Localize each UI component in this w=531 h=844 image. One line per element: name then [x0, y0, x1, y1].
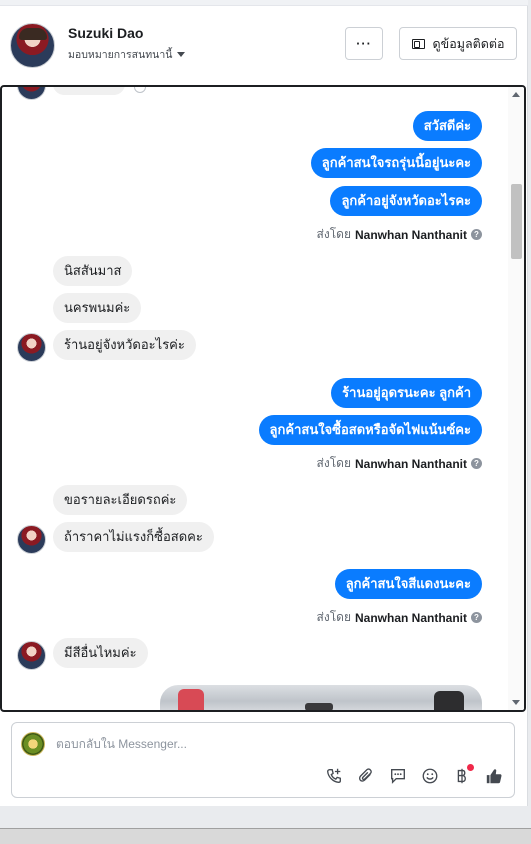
customer-avatar-small — [17, 87, 46, 100]
car-rearview-mirror — [305, 703, 333, 710]
caret-down-icon — [177, 52, 186, 57]
outgoing-message: ลูกค้าสนใจซื้อสดหรือจัดไฟแน้นซ์คะ — [258, 415, 482, 445]
assign-conversation-dropdown[interactable]: มอบหมายการสนทนานี้ — [68, 46, 186, 63]
outgoing-message: สวัสดีค่ะ — [412, 111, 482, 141]
emoji-icon[interactable] — [420, 766, 440, 786]
seen-icon — [134, 87, 146, 93]
baht-icon[interactable] — [452, 764, 474, 786]
composer-toolbar — [324, 764, 504, 786]
view-contact-label: ดูข้อมูลติดต่อ — [432, 36, 505, 51]
incoming-message: ขอรายละเอียดรถค่ะ — [53, 485, 188, 515]
scroll-thumb[interactable] — [511, 184, 522, 259]
more-options-button[interactable]: ··· — [345, 27, 383, 60]
scroll-down-arrow-icon[interactable] — [512, 700, 520, 705]
outgoing-message: ลูกค้าสนใจรถรุ่นนี้อยู่นะคะ — [310, 148, 482, 178]
outgoing-message: ลูกค้าอยู่จังหวัดอะไรคะ — [330, 186, 482, 216]
view-contact-button[interactable]: ดูข้อมูลติดต่อ — [399, 27, 517, 60]
scroll-up-arrow-icon[interactable] — [512, 92, 520, 97]
partial-message — [53, 87, 125, 95]
page-avatar — [21, 732, 45, 756]
incoming-message: นิสสันมาส — [53, 256, 133, 286]
saved-replies-icon[interactable] — [388, 766, 408, 786]
message-actions — [134, 87, 174, 95]
sent-by-agent: Nanwhan Nanthanit — [354, 227, 467, 242]
incoming-message: นครพนมค่ะ — [53, 293, 142, 323]
customer-avatar-small — [17, 525, 46, 554]
window-bottom-bar — [0, 828, 531, 844]
thumbs-up-icon[interactable] — [484, 766, 504, 786]
incoming-message: ร้านอยู่จังหวัดอะไรค่ะ — [53, 330, 196, 360]
sent-by-agent: Nanwhan Nanthanit — [354, 456, 467, 471]
incoming-message: ถ้าราคาไม่แรงก็ซื้อสดคะ — [53, 522, 214, 552]
call-add-icon[interactable] — [324, 766, 344, 786]
conversation-header: Suzuki Dao มอบหมายการสนทนานี้ ··· ดูข้อม… — [0, 6, 528, 84]
info-icon[interactable]: ? — [471, 229, 482, 240]
sent-by-prefix: ส่งโดย — [316, 610, 351, 624]
outgoing-message: ร้านอยู่อุดรนะคะ ลูกค้า — [331, 378, 482, 408]
paperclip-icon[interactable] — [356, 766, 376, 786]
customer-avatar-small — [17, 641, 46, 670]
sent-by-prefix: ส่งโดย — [316, 456, 351, 470]
image-attachment[interactable] — [160, 685, 482, 710]
assign-label: มอบหมายการสนทนานี้ — [68, 49, 173, 61]
notification-dot — [467, 764, 474, 771]
sent-by-line: ส่งโดย Nanwhan Nanthanit ? — [317, 454, 482, 473]
customer-name[interactable]: Suzuki Dao — [68, 25, 143, 41]
car-interior-red-trim — [178, 689, 204, 710]
info-icon[interactable]: ? — [471, 458, 482, 469]
sent-by-agent: Nanwhan Nanthanit — [354, 610, 467, 625]
sent-by-line: ส่งโดย Nanwhan Nanthanit ? — [317, 225, 482, 244]
customer-avatar-small — [17, 333, 46, 362]
reply-composer — [11, 722, 515, 798]
car-interior-pillar — [434, 691, 464, 710]
sent-by-prefix: ส่งโดย — [316, 227, 351, 241]
message-thread[interactable]: สวัสดีค่ะ ลูกค้าสนใจรถรุ่นนี้อยู่นะคะ ลู… — [0, 85, 526, 712]
incoming-message: มีสีอื่นไหมค่ะ — [53, 638, 148, 668]
thread-scrollbar[interactable] — [508, 87, 524, 710]
outgoing-message: ลูกค้าสนใจสีแดงนะคะ — [334, 569, 482, 599]
sent-by-line: ส่งโดย Nanwhan Nanthanit ? — [317, 608, 482, 627]
customer-avatar[interactable] — [10, 23, 55, 68]
conversation-panel: Suzuki Dao มอบหมายการสนทนานี้ ··· ดูข้อม… — [0, 0, 528, 806]
reply-input[interactable] — [56, 737, 476, 751]
info-icon[interactable]: ? — [471, 612, 482, 623]
contact-card-icon — [411, 38, 425, 49]
